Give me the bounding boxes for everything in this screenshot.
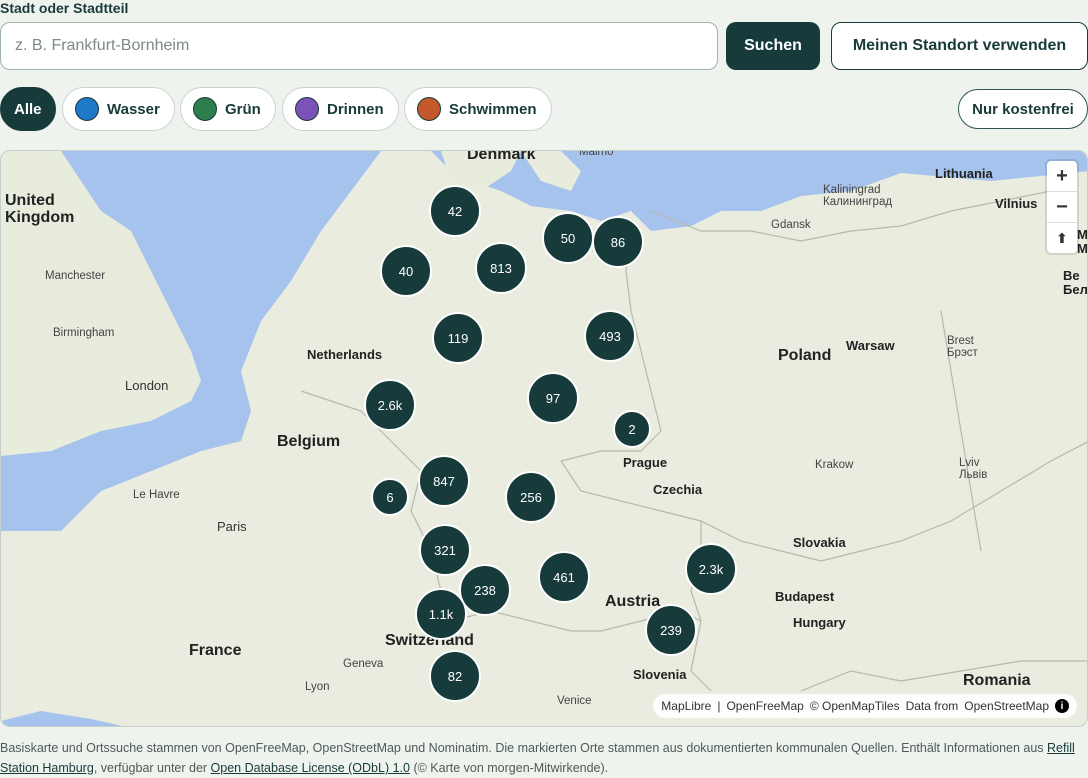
map-cluster-marker[interactable]: 493 [584,310,636,362]
zoom-out-button[interactable]: − [1047,192,1077,223]
indoor-dot-icon [295,97,319,121]
map-attribution: MapLibre | OpenFreeMap © OpenMapTiles Da… [653,694,1077,718]
footer-text: , verfügbar unter der [93,761,211,775]
map-label-lithuania: Lithuania [935,166,993,181]
attribution-openfreemap[interactable]: OpenFreeMap [726,699,803,713]
map-label-venice: Venice [557,695,592,707]
attribution-openmaptiles[interactable]: © OpenMapTiles [810,699,900,713]
map-label-london: London [125,378,169,393]
map-cluster-marker[interactable]: 6 [371,478,409,516]
zoom-controls: + − ⬆ [1047,161,1077,253]
footer-text: Basiskarte und Ortssuche stammen von Ope… [0,741,1048,755]
filter-chip-label: Schwimmen [449,100,537,118]
map-label-poland: Poland [778,347,832,364]
map-cluster-marker[interactable]: 2.3k [685,543,737,595]
map-label-manchester: Manchester [45,270,106,282]
map-label-kaliningrad: Kaliningrad Калининград [823,184,893,209]
search-input[interactable] [0,22,718,70]
map-cluster-marker[interactable]: 40 [380,245,432,297]
map-cluster-marker[interactable]: 461 [538,551,590,603]
filter-chip-swimming[interactable]: Schwimmen [404,87,552,131]
map-label-lehavre: Le Havre [133,489,180,501]
map-label-malmo: Malmö [579,150,614,158]
green-dot-icon [193,97,217,121]
map-label-slovakia: Slovakia [793,535,846,550]
attribution-separator: | [717,699,721,713]
filter-chip-all[interactable]: Alle [0,87,56,131]
map-label-warsaw: Warsaw [846,338,895,353]
map-label-lviv: Lviv Львів [959,457,988,482]
filter-chip-indoor[interactable]: Drinnen [282,87,399,131]
map-label-prague: Prague [623,455,668,470]
map-label-hungary: Hungary [793,615,846,630]
map-label-denmark: Denmark [467,150,536,163]
water-dot-icon [75,97,99,121]
map-cluster-marker[interactable]: 82 [429,650,481,702]
use-location-button[interactable]: Meinen Standort verwenden [831,22,1088,70]
map-label-uk: United Kingdom [5,192,75,226]
footer-note: Basiskarte und Ortssuche stammen von Ope… [0,738,1088,778]
filter-chip-water[interactable]: Wasser [62,87,175,131]
map-label-vilnius: Vilnius [995,196,1038,211]
map-label-austria: Austria [605,593,661,610]
attribution-data-from: Data from [905,699,959,713]
map-cluster-marker[interactable]: 321 [419,524,471,576]
swimming-dot-icon [417,97,441,121]
map-label-gdansk: Gdansk [771,219,811,231]
map-label-budapest: Budapest [775,589,835,604]
filter-chip-label: Wasser [107,100,160,118]
map-label-netherlands: Netherlands [307,347,383,362]
attribution-openstreetmap[interactable]: OpenStreetMap [964,699,1049,713]
map-cluster-marker[interactable]: 847 [418,455,470,507]
search-button[interactable]: Suchen [726,22,820,70]
map-label-czechia: Czechia [653,482,703,497]
map-cluster-marker[interactable]: 86 [592,216,644,268]
zoom-in-button[interactable]: + [1047,161,1077,192]
filter-chip-label: Grün [225,100,261,118]
map-cluster-marker[interactable]: 119 [432,312,484,364]
map-label-krakow: Krakow [815,459,854,471]
map-label-belgium: Belgium [277,433,341,450]
map-cluster-marker[interactable]: 2 [613,410,651,448]
attribution-maplibre[interactable]: MapLibre [661,699,711,713]
map-cluster-marker[interactable]: 42 [429,185,481,237]
map-cluster-marker[interactable]: 2.6k [364,379,416,431]
map-label-brest: Brest Брэст [947,335,978,360]
map-label-mi: M M [1077,227,1088,256]
map-cluster-marker[interactable]: 97 [527,372,579,424]
info-icon[interactable]: i [1055,699,1069,713]
map-cluster-marker[interactable]: 238 [459,564,511,616]
map-label-paris: Paris [217,519,247,534]
map-cluster-marker[interactable]: 239 [645,604,697,656]
map-label-romania: Romania [963,672,1031,689]
compass-icon[interactable]: ⬆ [1047,223,1077,253]
map-label-geneva: Geneva [343,658,384,670]
filter-chip-label: Drinnen [327,100,384,118]
filter-chip-label: Alle [14,100,42,118]
free-only-toggle[interactable]: Nur kostenfrei [958,89,1088,129]
footer-text: (© Karte von morgen-Mitwirkende). [409,761,609,775]
map-label-france: France [189,642,242,659]
map-label-birmingham: Birmingham [53,327,115,339]
map-cluster-marker[interactable]: 1.1k [415,588,467,640]
map-label-be: Be Бел [1063,268,1088,297]
search-label: Stadt oder Stadtteil [0,0,129,16]
map[interactable]: Denmark Malmö United Kingdom Manchester … [0,150,1088,727]
map-cluster-marker[interactable]: 50 [542,212,594,264]
footer-link-odbl[interactable]: Open Database License (ODbL) 1.0 [211,761,410,775]
map-cluster-marker[interactable]: 256 [505,471,557,523]
filter-chip-green[interactable]: Grün [180,87,276,131]
map-cluster-marker[interactable]: 813 [475,242,527,294]
map-label-slovenia: Slovenia [633,667,687,682]
map-label-lyon: Lyon [305,681,330,693]
